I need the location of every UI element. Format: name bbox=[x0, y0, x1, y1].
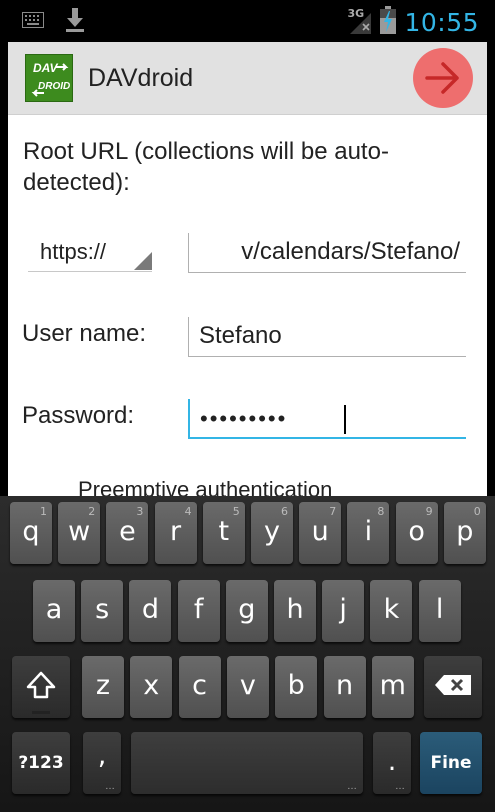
key-label: o bbox=[408, 516, 425, 547]
period-key[interactable]: . … bbox=[373, 732, 411, 794]
key-u[interactable]: 7u bbox=[299, 502, 342, 564]
key-label: p bbox=[456, 516, 474, 547]
key-label: e bbox=[119, 516, 136, 547]
key-k[interactable]: k bbox=[370, 580, 413, 642]
key-h[interactable]: h bbox=[274, 580, 316, 642]
key-l[interactable]: l bbox=[418, 580, 461, 642]
key-label: v bbox=[239, 670, 256, 701]
soft-keyboard: 1q2w3e4r5t6y7u8i9o0p a sd f gh j k l z x cvbnm ?… bbox=[0, 496, 495, 812]
space-key[interactable]: … bbox=[131, 732, 363, 794]
comma-key-label: , bbox=[97, 740, 107, 771]
backspace-key[interactable] bbox=[424, 656, 482, 718]
key-label: i bbox=[364, 516, 373, 547]
root-url-label: Root URL (collections will be auto-detec… bbox=[23, 138, 389, 196]
key-c[interactable]: c bbox=[178, 656, 221, 718]
key-label: u bbox=[311, 516, 329, 547]
key-q[interactable]: 1q bbox=[10, 502, 52, 564]
text-cursor bbox=[344, 405, 346, 434]
comma-key[interactable]: , … bbox=[83, 732, 121, 794]
key-j[interactable]: j bbox=[322, 580, 365, 642]
protocol-spinner[interactable]: https:// bbox=[28, 233, 152, 272]
key-b[interactable]: b bbox=[275, 656, 318, 718]
status-time: 10:55 bbox=[404, 7, 479, 37]
protocol-value: https:// bbox=[40, 239, 107, 264]
status-bar: 3G 10:55 bbox=[0, 0, 495, 42]
key-r[interactable]: 4r bbox=[154, 502, 197, 564]
key-x[interactable]: x bbox=[130, 656, 173, 718]
key-label: g bbox=[238, 594, 256, 625]
app-logo: DAV DROID bbox=[25, 54, 73, 102]
key-label: h bbox=[286, 594, 304, 625]
app-title: DAVdroid bbox=[88, 64, 194, 92]
password-input-value: ••••••••• bbox=[200, 406, 288, 431]
key-label: r bbox=[170, 516, 182, 547]
period-key-label: . bbox=[387, 746, 397, 777]
key-label: q bbox=[22, 516, 40, 547]
key-f[interactable]: f bbox=[177, 580, 220, 642]
key-label: x bbox=[143, 670, 160, 701]
key-label: z bbox=[95, 670, 111, 701]
key-label: k bbox=[383, 594, 400, 625]
username-input[interactable]: Stefano bbox=[188, 317, 466, 357]
key-i[interactable]: 8i bbox=[347, 502, 390, 564]
key-label: j bbox=[339, 594, 347, 625]
key-m[interactable]: m bbox=[371, 656, 414, 718]
key-o[interactable]: 9o bbox=[395, 502, 438, 564]
spinner-indicator-icon bbox=[134, 252, 152, 270]
backspace-icon bbox=[435, 675, 471, 695]
key-g[interactable]: g bbox=[225, 580, 268, 642]
done-key-label: Fine bbox=[430, 753, 472, 773]
key-label: w bbox=[68, 516, 91, 547]
done-key[interactable]: Fine bbox=[420, 732, 482, 794]
key-label: l bbox=[435, 594, 444, 625]
account-form: Root URL (collections will be auto-detec… bbox=[8, 115, 487, 502]
sync-arrows-icon bbox=[31, 63, 69, 97]
action-bar: DAV DROID DAVdroid bbox=[8, 42, 487, 115]
password-input[interactable]: ••••••••• bbox=[188, 399, 466, 439]
key-label: f bbox=[193, 594, 204, 625]
key-d[interactable]: d bbox=[129, 580, 172, 642]
logo-text-bottom: DROID bbox=[38, 81, 71, 92]
next-button[interactable] bbox=[413, 48, 473, 108]
key-e[interactable]: 3e bbox=[106, 502, 149, 564]
password-label: Password: bbox=[22, 402, 135, 429]
url-input-value: v/calendars/Stefano/ bbox=[241, 238, 460, 265]
signal-icon: 3G bbox=[346, 7, 372, 35]
key-label: m bbox=[379, 670, 406, 701]
key-label: y bbox=[264, 516, 280, 547]
symbols-key-label: ?123 bbox=[18, 753, 64, 773]
shift-icon bbox=[26, 671, 56, 699]
symbols-key[interactable]: ?123 bbox=[12, 732, 70, 794]
keyboard-icon bbox=[22, 11, 44, 33]
key-label: b bbox=[287, 670, 305, 701]
download-icon bbox=[66, 7, 84, 37]
key-t[interactable]: 5t bbox=[202, 502, 245, 564]
key-s[interactable]: s bbox=[81, 580, 124, 642]
battery-charging-icon bbox=[380, 5, 397, 39]
shift-key[interactable] bbox=[12, 656, 70, 718]
key-label: c bbox=[192, 670, 208, 701]
key-label: a bbox=[45, 594, 63, 625]
key-label: t bbox=[218, 516, 230, 547]
key-n[interactable]: n bbox=[323, 656, 366, 718]
key-y[interactable]: 6y bbox=[251, 502, 293, 564]
url-input[interactable]: v/calendars/Stefano/ bbox=[188, 233, 466, 273]
key-w[interactable]: 2w bbox=[58, 502, 101, 564]
key-label: d bbox=[141, 594, 159, 625]
key-label: n bbox=[335, 670, 354, 701]
key-p[interactable]: 0p bbox=[443, 502, 486, 564]
key-label: s bbox=[95, 594, 110, 625]
arrow-right-icon bbox=[425, 62, 459, 94]
key-z[interactable]: z bbox=[82, 656, 124, 718]
username-label: User name: bbox=[22, 320, 147, 347]
username-input-value: Stefano bbox=[199, 322, 282, 349]
key-a[interactable]: a bbox=[33, 580, 75, 642]
key-v[interactable]: v bbox=[226, 656, 269, 718]
